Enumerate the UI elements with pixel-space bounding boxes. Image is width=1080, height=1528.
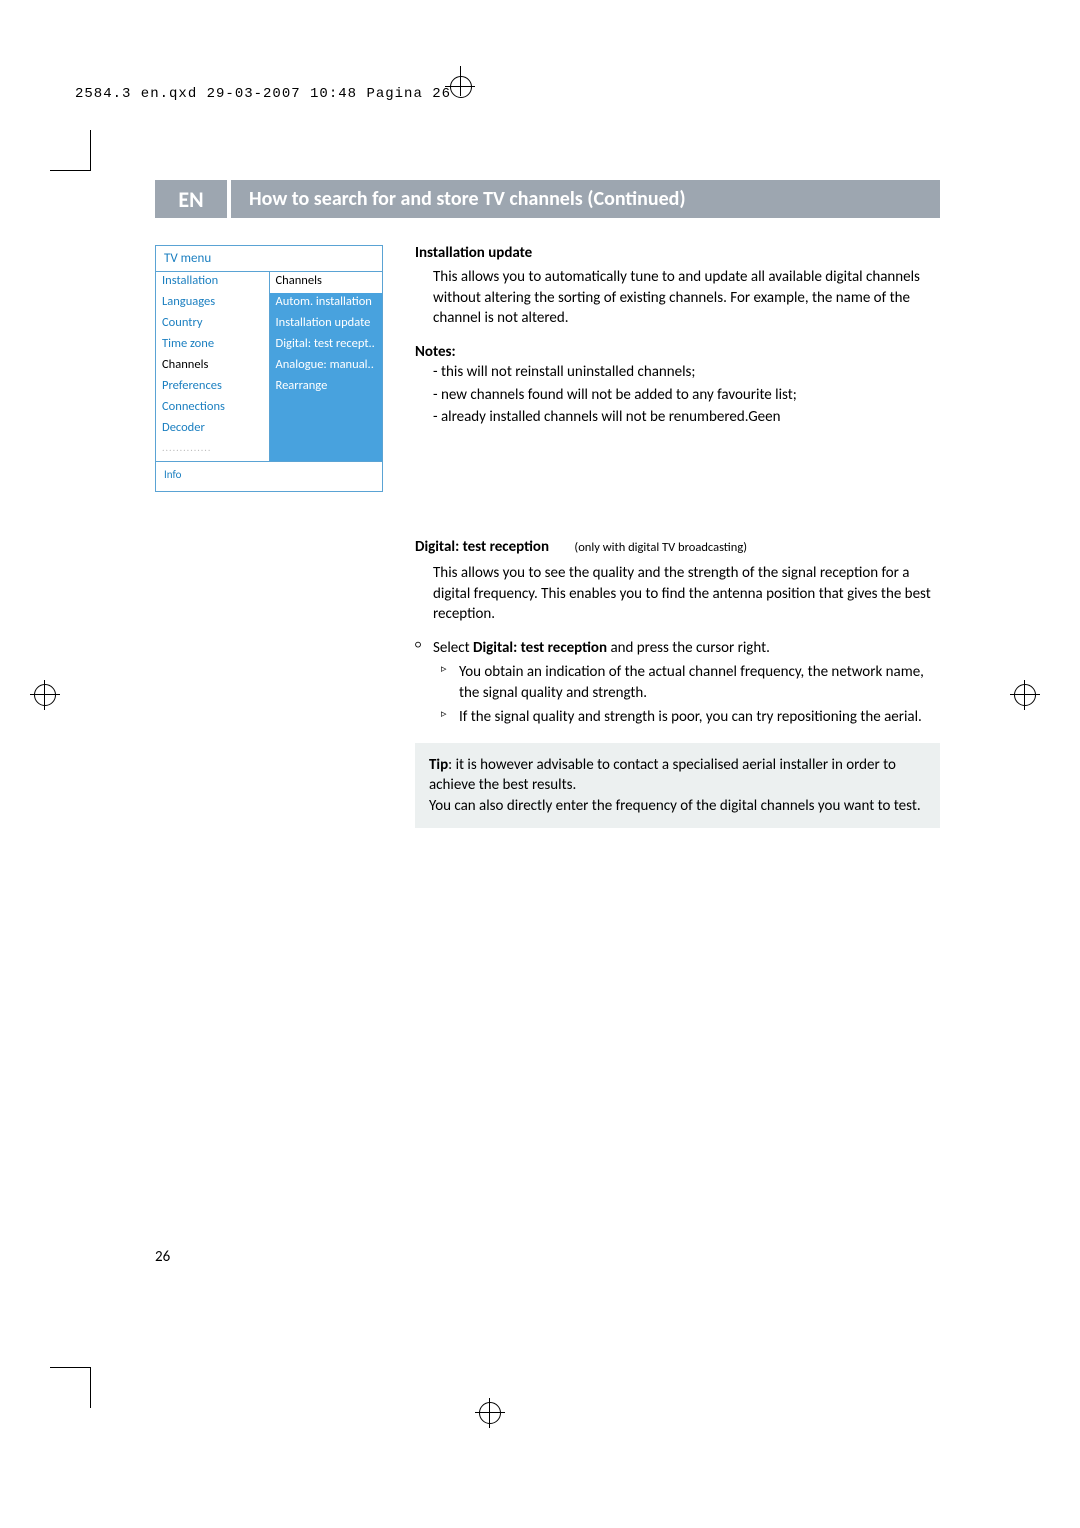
note-item: - new channels found will not be added t… bbox=[433, 385, 940, 405]
menu-item: Country bbox=[156, 314, 269, 335]
menu-info-label: Info bbox=[156, 461, 382, 491]
menu-item: Installation bbox=[156, 272, 269, 293]
corner-mark-icon bbox=[50, 130, 91, 171]
menu-right-column: Channels Autom. installation Installatio… bbox=[270, 272, 383, 461]
substep-arrow-icon: ▹ bbox=[441, 707, 459, 727]
paragraph: This allows you to see the quality and t… bbox=[433, 563, 940, 624]
crop-mark-icon bbox=[440, 86, 480, 126]
menu-item: Time zone bbox=[156, 335, 269, 356]
substep-item: ▹ If the signal quality and strength is … bbox=[441, 707, 940, 727]
document-meta-header: 2584.3 en.qxd 29-03-2007 10:48 Pagina 26 bbox=[75, 86, 451, 102]
page-title: How to search for and store TV channels … bbox=[231, 180, 940, 218]
menu-item: Rearrange bbox=[270, 377, 383, 398]
tip-box: Tip: it is however advisable to contact … bbox=[415, 743, 940, 828]
step-item: ○ Select Digital: test reception and pre… bbox=[415, 638, 940, 658]
menu-item: Channels bbox=[270, 272, 383, 293]
registration-mark-icon bbox=[1010, 680, 1040, 710]
paragraph: This allows you to automatically tune to… bbox=[433, 267, 940, 328]
language-badge: EN bbox=[155, 180, 227, 218]
content-area: Installation update This allows you to a… bbox=[415, 243, 940, 828]
note-item: - this will not reinstall uninstalled ch… bbox=[433, 362, 940, 382]
section-subtitle: (only with digital TV broadcasting) bbox=[574, 540, 747, 555]
menu-item: Analogue: manual.. bbox=[270, 356, 383, 377]
tip-body: You can also directly enter the frequenc… bbox=[429, 797, 921, 815]
section-title: Digital: test reception bbox=[415, 538, 549, 556]
menu-item: Installation update bbox=[270, 314, 383, 335]
registration-mark-icon bbox=[475, 1398, 505, 1428]
menu-left-column: Installation Languages Country Time zone… bbox=[156, 272, 270, 461]
menu-item: Decoder bbox=[156, 419, 269, 440]
menu-item bbox=[270, 398, 383, 419]
substep-text: You obtain an indication of the actual c… bbox=[459, 662, 940, 703]
menu-item: Autom. installation bbox=[270, 293, 383, 314]
note-item: - already installed channels will not be… bbox=[433, 407, 940, 427]
menu-item: Digital: test recept.. bbox=[270, 335, 383, 356]
menu-item bbox=[270, 440, 383, 461]
step-text: Select Digital: test reception and press… bbox=[433, 638, 940, 658]
notes-list: - this will not reinstall uninstalled ch… bbox=[433, 362, 940, 427]
tip-label: Tip bbox=[429, 756, 448, 774]
menu-title: TV menu bbox=[156, 246, 382, 272]
notes-label: Notes: bbox=[415, 343, 456, 361]
substep-arrow-icon: ▹ bbox=[441, 662, 459, 703]
menu-item-selected: Channels bbox=[156, 356, 269, 377]
section-title: Installation update bbox=[415, 243, 940, 263]
menu-item: Connections bbox=[156, 398, 269, 419]
corner-mark-icon bbox=[50, 1367, 91, 1408]
substep-item: ▹ You obtain an indication of the actual… bbox=[441, 662, 940, 703]
tv-menu-illustration: TV menu Installation Languages Country T… bbox=[155, 245, 383, 492]
page-number: 26 bbox=[155, 1248, 170, 1266]
menu-item: Languages bbox=[156, 293, 269, 314]
menu-item: Preferences bbox=[156, 377, 269, 398]
substep-text: If the signal quality and strength is po… bbox=[459, 707, 940, 727]
menu-item: .............. bbox=[156, 440, 269, 461]
registration-mark-icon bbox=[30, 680, 60, 710]
title-bar: EN How to search for and store TV channe… bbox=[155, 180, 940, 218]
step-bullet-icon: ○ bbox=[415, 638, 433, 658]
menu-item bbox=[270, 419, 383, 440]
